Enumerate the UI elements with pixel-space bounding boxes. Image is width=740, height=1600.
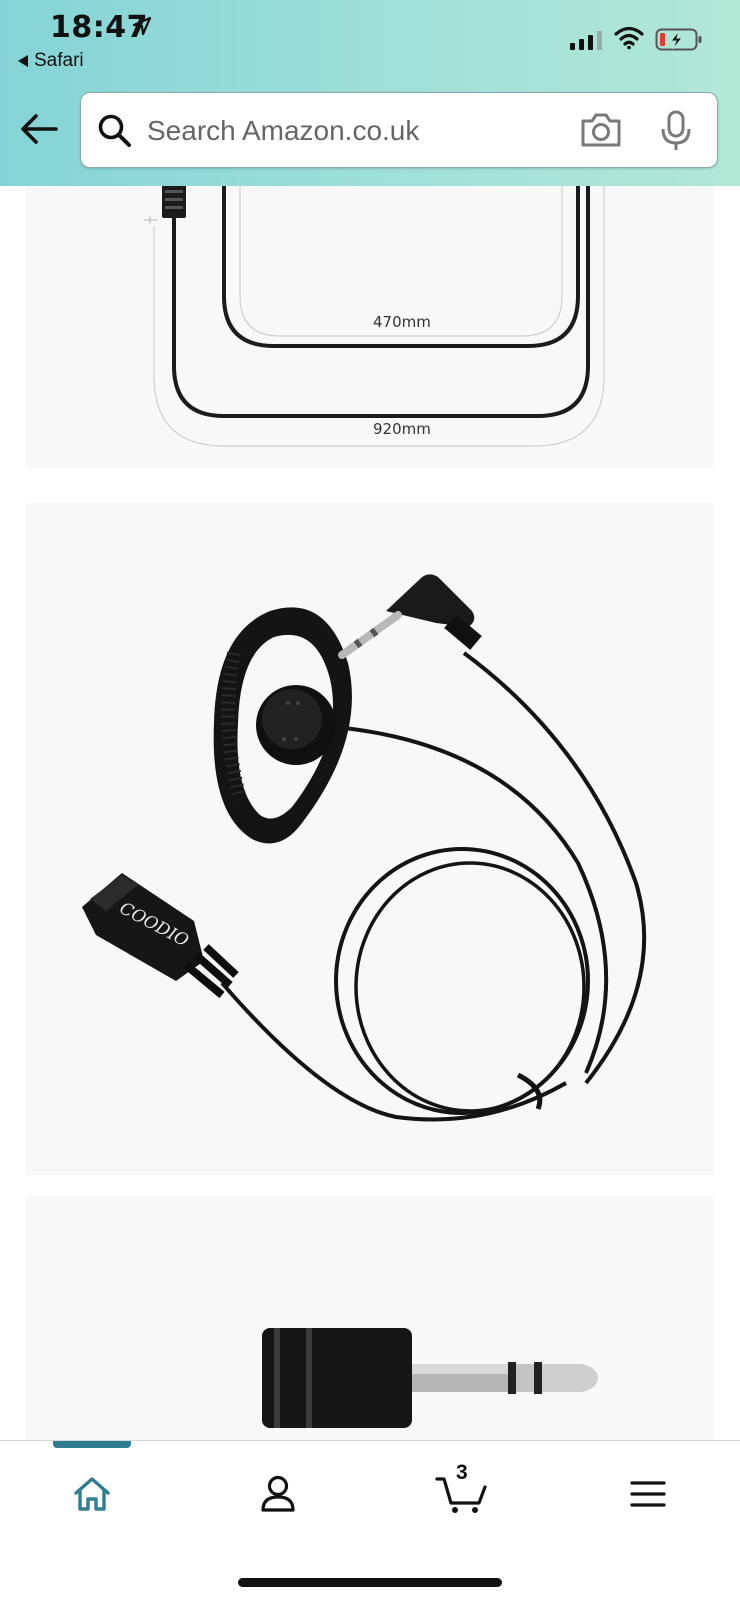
product-image-dimensions[interactable]: 470mm 920mm xyxy=(26,186,714,468)
user-icon xyxy=(261,1475,295,1512)
active-tab-indicator xyxy=(53,1441,131,1448)
menu-icon xyxy=(630,1481,666,1507)
back-app-label: Safari xyxy=(34,50,84,71)
search-bar[interactable]: Search Amazon.co.uk xyxy=(80,92,718,168)
search-icon xyxy=(98,114,131,147)
dimension-label-470: 470mm xyxy=(370,313,434,331)
home-indicator xyxy=(238,1578,502,1587)
cellular-signal-icon xyxy=(570,30,602,50)
product-image-plug-adapter[interactable] xyxy=(26,1196,714,1440)
bottom-tab-bar: 3 xyxy=(0,1440,740,1600)
tab-account[interactable] xyxy=(248,1469,308,1519)
wifi-icon xyxy=(614,26,644,50)
dimension-label-920: 920mm xyxy=(370,420,434,438)
product-image-earpiece[interactable]: COODIO xyxy=(26,503,714,1175)
camera-icon[interactable] xyxy=(579,111,623,149)
back-arrow-icon[interactable] xyxy=(20,113,58,145)
d-shape-earpiece-illustration: COODIO xyxy=(82,574,647,1122)
jack-plug-illustration xyxy=(262,1328,598,1428)
product-image-gallery[interactable]: 470mm 920mm COODIO xyxy=(0,186,740,1440)
app-header: 18:47 Safari Search Amazon.co.uk xyxy=(0,0,740,186)
battery-charging-icon xyxy=(655,28,702,51)
tab-menu[interactable] xyxy=(618,1469,678,1519)
back-to-app-link[interactable]: Safari xyxy=(18,50,84,72)
home-icon xyxy=(74,1477,110,1511)
location-arrow-icon xyxy=(132,16,152,36)
microphone-icon[interactable] xyxy=(659,109,693,153)
tab-home[interactable] xyxy=(62,1469,122,1519)
search-input[interactable]: Search Amazon.co.uk xyxy=(147,115,419,147)
back-triangle-icon xyxy=(18,55,28,67)
cart-count-badge: 3 xyxy=(456,1461,468,1484)
